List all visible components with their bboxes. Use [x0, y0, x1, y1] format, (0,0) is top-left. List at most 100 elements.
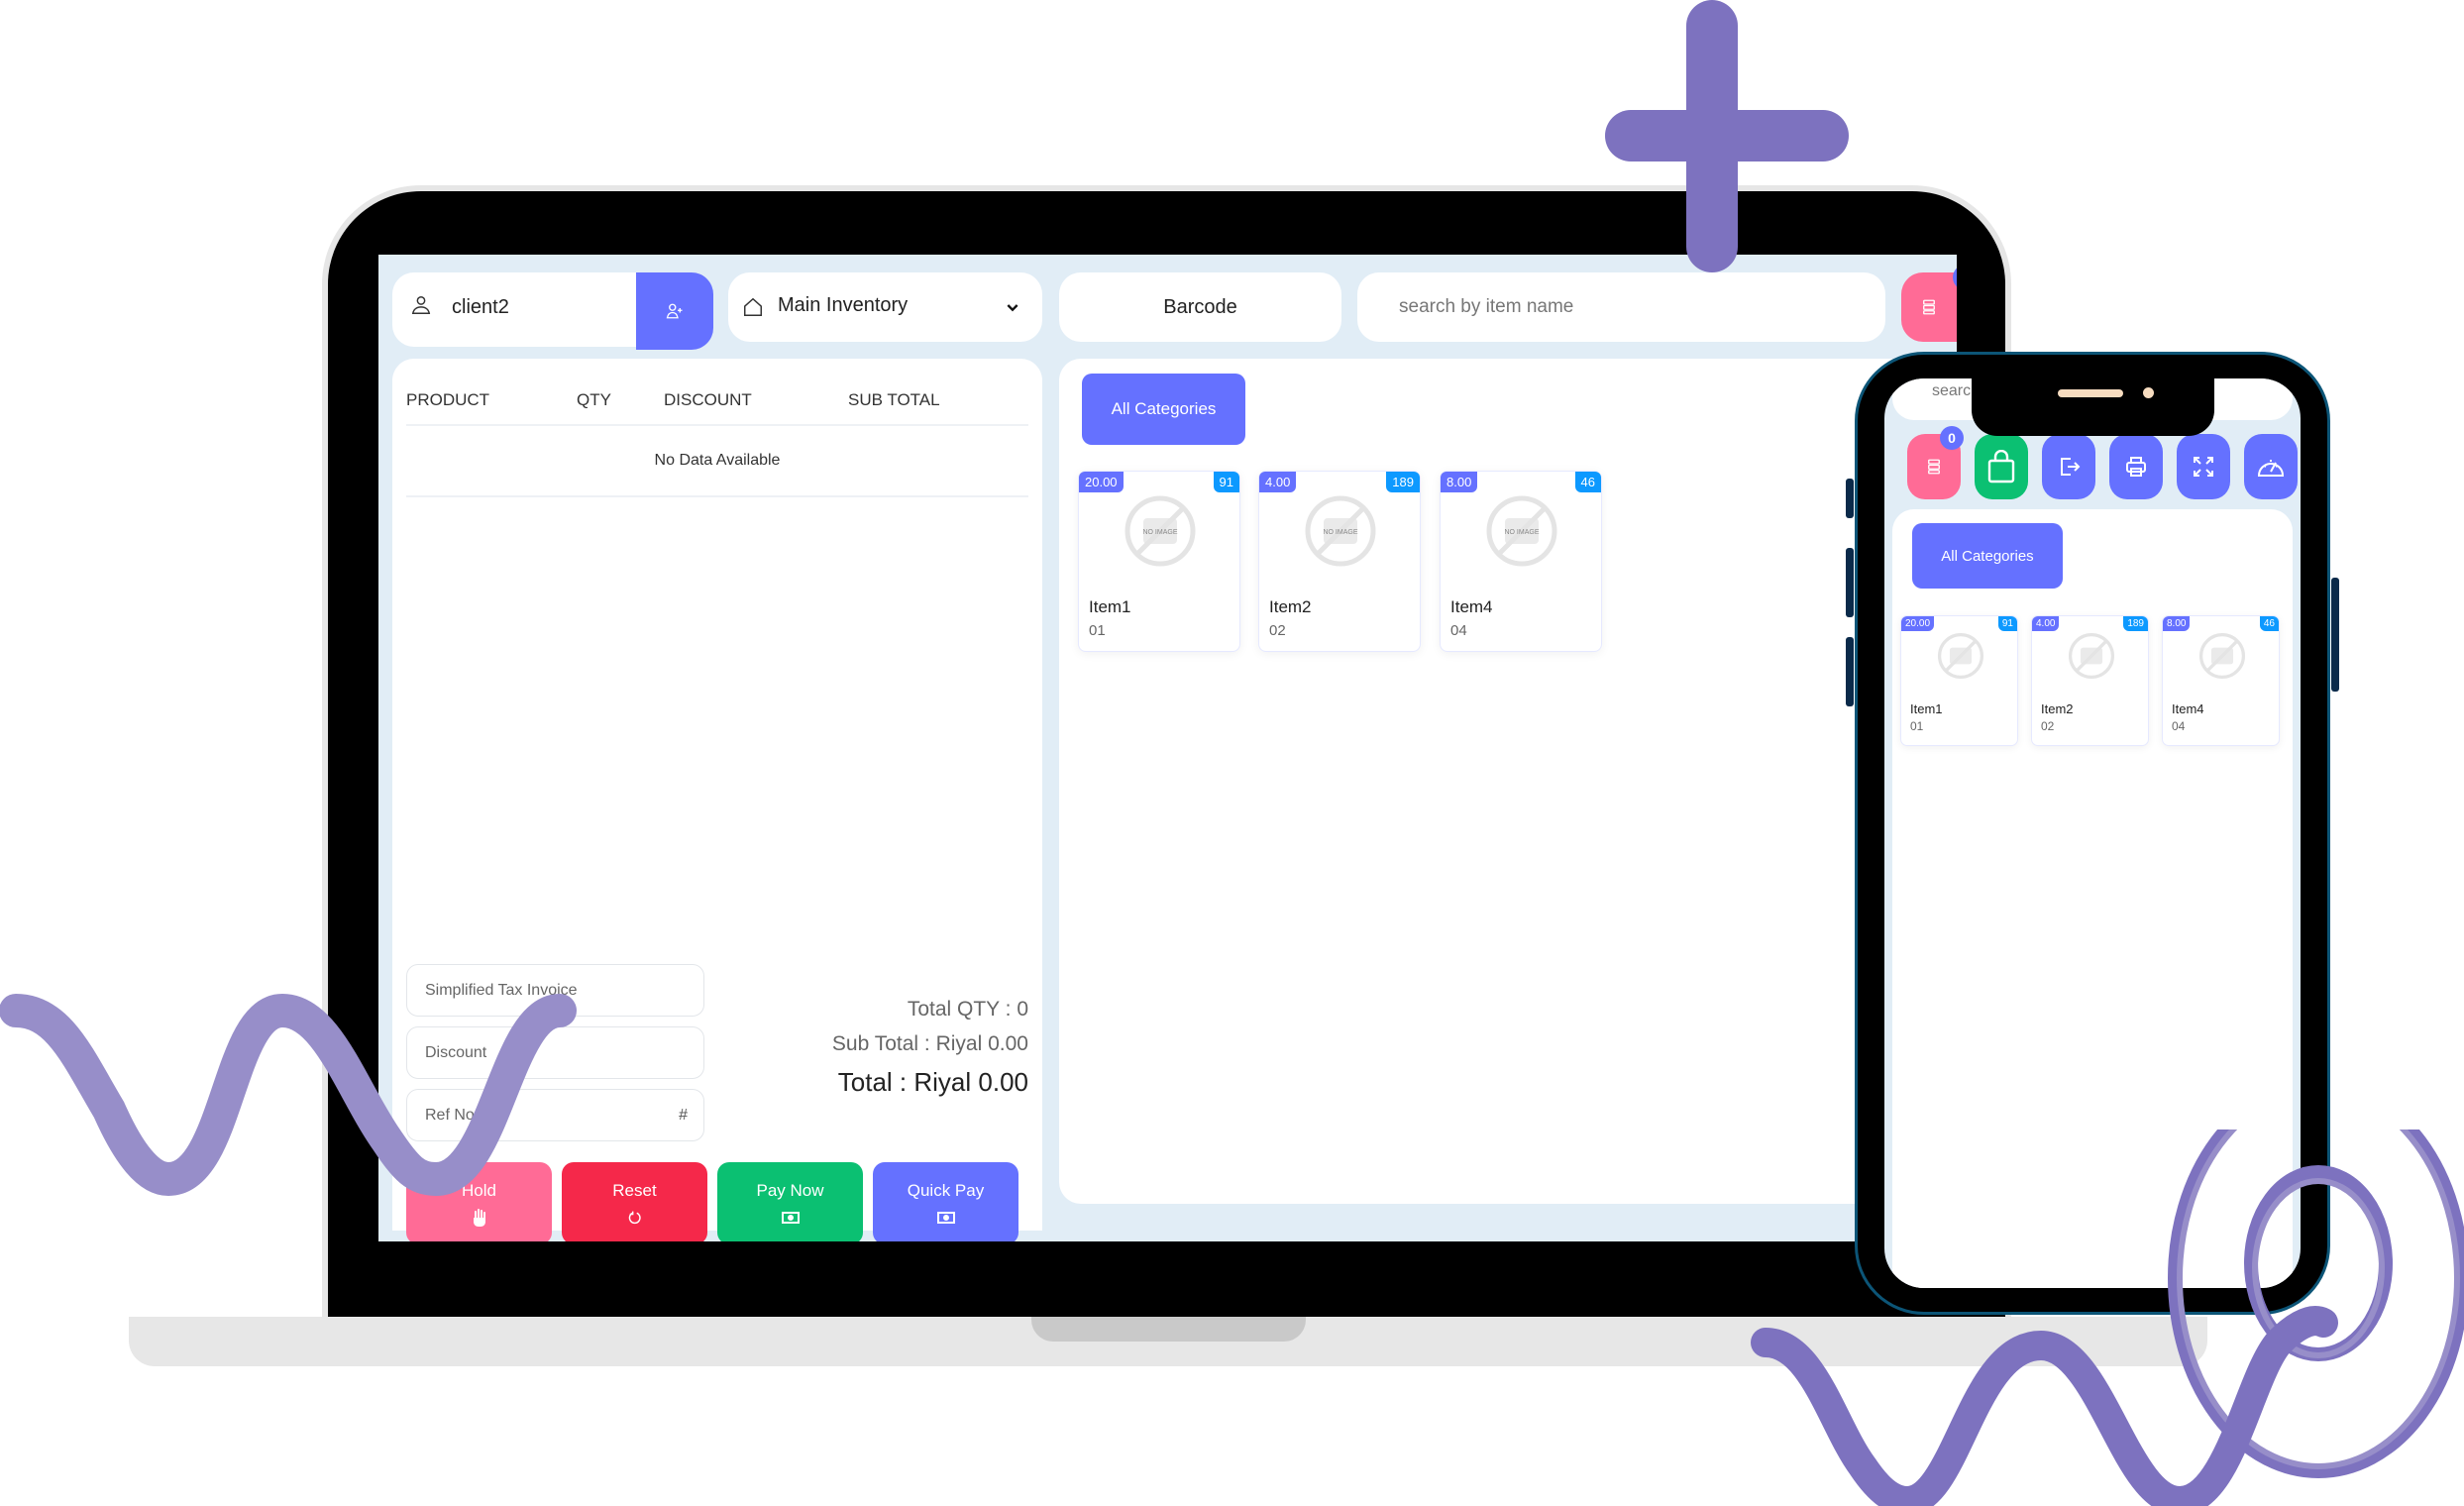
no-image-icon: NO IMAGE [1305, 495, 1376, 567]
price-badge: 4.00 [1259, 472, 1297, 492]
product-name: Item2 [2041, 701, 2074, 716]
product-name: Item1 [1910, 701, 1943, 716]
product-panel: All Categories 20.00 91 NO IMAGE Item1 0… [1059, 359, 1957, 1204]
phone-dashboard-button[interactable] [2244, 434, 2298, 499]
phone-speaker [2058, 389, 2123, 397]
no-image-icon [1937, 632, 1984, 680]
pay-now-button[interactable]: Pay Now [717, 1162, 863, 1241]
product-name: Item4 [1450, 597, 1493, 616]
cart-panel: PRODUCT QTY DISCOUNT SUB TOTAL No Data A… [392, 359, 1042, 1241]
user-icon [411, 296, 431, 314]
sub-total: Sub Total : Riyal 0.00 [831, 1032, 1028, 1055]
cash-icon [936, 1211, 955, 1224]
quick-pay-label: Quick Pay [907, 1180, 985, 1200]
product-name: Item4 [2172, 701, 2204, 716]
held-orders-icon [1923, 299, 1935, 315]
laptop-screen: client2 Main Inventory Barcode search by… [378, 255, 1957, 1241]
stock-badge: 91 [1997, 616, 2017, 631]
price-badge: 20.00 [1901, 616, 1935, 631]
phone-notch [1972, 376, 2214, 436]
phone-camera [2143, 387, 2154, 398]
held-orders-button[interactable] [1901, 272, 1957, 342]
hold-button[interactable]: Hold [406, 1162, 552, 1241]
chevron-down-icon [1007, 304, 1018, 312]
phone-screen: searc 0 All Categories 20.00 91 Item1 01… [1884, 378, 2301, 1288]
product-code: 01 [1910, 719, 1924, 733]
client-name: client2 [452, 296, 509, 318]
search-input[interactable]: search by item name [1357, 272, 1885, 342]
phone-fullscreen-button[interactable] [2177, 434, 2230, 499]
phone-cart-button[interactable] [1975, 434, 2028, 499]
phone-logout-button[interactable] [2042, 434, 2095, 499]
ref-no-placeholder: Ref No [425, 1106, 475, 1124]
held-orders-icon [1928, 459, 1940, 475]
phone-button [2331, 578, 2339, 692]
invoice-type-value: Simplified Tax Invoice [425, 981, 578, 999]
user-plus-icon [666, 303, 683, 319]
column-qty: QTY [577, 390, 611, 409]
column-subtotal: SUB TOTAL [848, 390, 940, 409]
stock-badge: 91 [1213, 472, 1239, 492]
all-categories-button[interactable]: All Categories [1082, 374, 1245, 445]
total-qty: Total QTY : 0 [907, 998, 1028, 1021]
hand-icon [473, 1208, 485, 1227]
cart-table-header: PRODUCT QTY DISCOUNT SUB TOTAL [406, 388, 1028, 426]
inventory-dropdown[interactable]: Main Inventory [728, 272, 1042, 342]
dashboard-icon [2257, 460, 2285, 477]
no-image-icon: NO IMAGE [1125, 495, 1196, 567]
phone-all-categories-button[interactable]: All Categories [1912, 523, 2063, 589]
hold-label: Hold [462, 1180, 496, 1200]
phone-product-card[interactable]: 4.00 189 Item2 02 [2031, 615, 2149, 746]
phone-button [1846, 479, 1854, 518]
product-code: 02 [2041, 719, 2055, 733]
quick-pay-button[interactable]: Quick Pay [873, 1162, 1018, 1241]
fullscreen-icon [2194, 457, 2213, 477]
product-code: 02 [1269, 622, 1286, 639]
svg-text:NO IMAGE: NO IMAGE [1504, 529, 1539, 536]
add-client-button[interactable] [636, 272, 713, 350]
grand-total: Total : Riyal 0.00 [837, 1067, 1028, 1097]
svg-text:NO IMAGE: NO IMAGE [1142, 529, 1177, 536]
column-discount: DISCOUNT [664, 390, 752, 409]
product-name: Item1 [1089, 597, 1131, 616]
barcode-input[interactable]: Barcode [1059, 272, 1341, 342]
product-card[interactable]: 4.00 189 NO IMAGE Item2 02 [1258, 471, 1421, 652]
no-image-icon [2068, 632, 2115, 680]
laptop-hinge-notch [1031, 1317, 1306, 1342]
price-badge: 8.00 [2163, 616, 2191, 631]
svg-text:NO IMAGE: NO IMAGE [1323, 529, 1357, 536]
stock-badge: 46 [1574, 472, 1601, 492]
discount-placeholder: Discount [425, 1043, 487, 1061]
ref-no-input[interactable]: Ref No # [406, 1089, 704, 1141]
phone-product-panel: All Categories 20.00 91 Item1 01 4.00 18… [1892, 509, 2293, 1288]
product-name: Item2 [1269, 597, 1312, 616]
reset-button[interactable]: Reset [562, 1162, 707, 1241]
held-count-badge: 0 [1940, 426, 1964, 450]
no-image-icon: NO IMAGE [1486, 495, 1557, 567]
discount-input[interactable]: Discount [406, 1026, 704, 1079]
phone-product-card[interactable]: 20.00 91 Item1 01 [1900, 615, 2018, 746]
product-card[interactable]: 8.00 46 NO IMAGE Item4 04 [1440, 471, 1602, 652]
invoice-type-select[interactable]: Simplified Tax Invoice [406, 964, 704, 1017]
no-image-icon [2198, 632, 2246, 680]
inventory-label: Main Inventory [778, 293, 909, 316]
phone-product-card[interactable]: 8.00 46 Item4 04 [2162, 615, 2280, 746]
cash-icon [781, 1211, 800, 1224]
stock-badge: 189 [2123, 616, 2148, 631]
product-code: 04 [2172, 719, 2186, 733]
stock-badge: 46 [2259, 616, 2279, 631]
phone-button [1846, 548, 1854, 617]
printer-icon [2126, 457, 2146, 477]
stock-badge: 189 [1386, 472, 1420, 492]
pay-now-label: Pay Now [756, 1180, 824, 1200]
reset-label: Reset [612, 1180, 657, 1200]
hash-icon: # [679, 1106, 688, 1124]
shopping-bag-icon [1987, 450, 2015, 484]
phone-print-button[interactable] [2109, 434, 2163, 499]
warehouse-icon [744, 297, 762, 316]
product-code: 01 [1089, 622, 1106, 639]
price-badge: 20.00 [1079, 472, 1124, 492]
product-code: 04 [1450, 622, 1467, 639]
column-product: PRODUCT [406, 390, 490, 409]
product-card[interactable]: 20.00 91 NO IMAGE Item1 01 [1078, 471, 1240, 652]
